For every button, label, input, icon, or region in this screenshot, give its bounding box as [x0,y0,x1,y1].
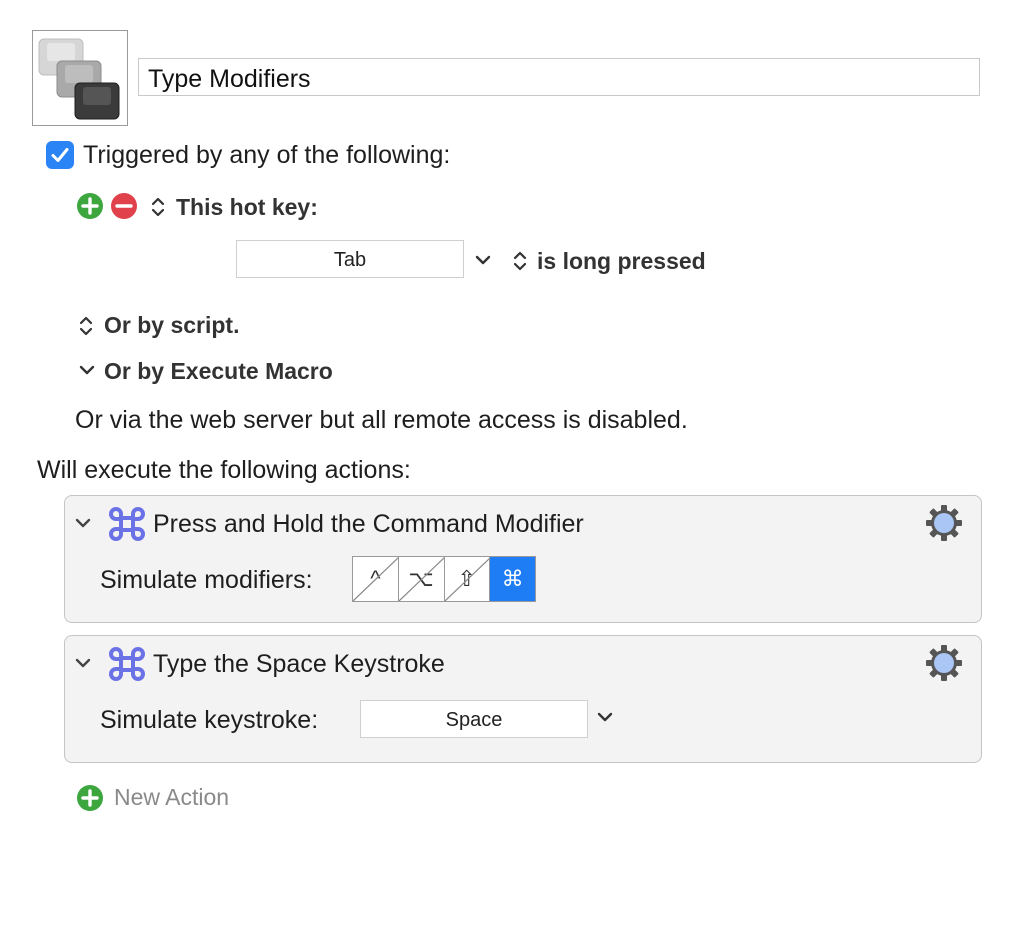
gear-icon[interactable] [925,504,963,542]
updown-chevron-icon[interactable] [150,194,166,220]
add-icon [81,789,99,807]
hotkey-condition[interactable]: is long pressed [537,248,706,275]
command-icon [109,647,145,681]
add-trigger-button[interactable] [77,193,103,219]
keyboard-keys-icon [38,38,120,120]
command-icon [109,507,145,541]
command-modifier-toggle[interactable]: ⌘ [490,557,535,601]
chevron-down-icon[interactable] [596,710,614,724]
new-action-label[interactable]: New Action [114,784,229,811]
execute-macro-trigger-label[interactable]: Or by Execute Macro [104,358,333,385]
checkmark-icon [51,148,69,162]
option-modifier-toggle[interactable]: ⌥ [398,557,445,601]
updown-chevron-icon[interactable] [78,313,94,339]
gear-icon[interactable] [925,644,963,682]
simulate-modifiers-label: Simulate modifiers: [100,566,313,594]
script-trigger-label[interactable]: Or by script. [104,312,239,339]
hotkey-field[interactable]: Tab [236,240,464,278]
chevron-down-icon[interactable] [74,656,92,670]
modifier-selector[interactable]: ^ ⌥ ⇧ ⌘ [352,556,536,602]
triggered-checkbox[interactable] [46,141,74,169]
simulate-keystroke-label: Simulate keystroke: [100,706,319,734]
new-action-button[interactable] [77,785,103,811]
macro-name-field[interactable]: Type Modifiers [138,58,980,96]
chevron-down-icon[interactable] [78,363,96,377]
macro-icon[interactable] [32,30,128,126]
updown-chevron-icon[interactable] [512,248,528,274]
control-modifier-toggle[interactable]: ^ [353,557,399,601]
chevron-down-icon[interactable] [474,253,492,267]
action-title: Type the Space Keystroke [153,650,445,678]
triggered-label: Triggered by any of the following: [83,141,451,169]
add-icon [81,197,99,215]
remove-icon [115,204,133,208]
shift-modifier-toggle[interactable]: ⇧ [444,557,491,601]
keystroke-field[interactable]: Space [360,700,588,738]
hotkey-trigger-label: This hot key: [176,194,318,220]
remove-trigger-button[interactable] [111,193,137,219]
action-title: Press and Hold the Command Modifier [153,510,584,538]
chevron-down-icon[interactable] [74,516,92,530]
command-icon: ⌘ [501,566,524,591]
web-server-text: Or via the web server but all remote acc… [75,406,688,434]
actions-header: Will execute the following actions: [37,456,411,484]
